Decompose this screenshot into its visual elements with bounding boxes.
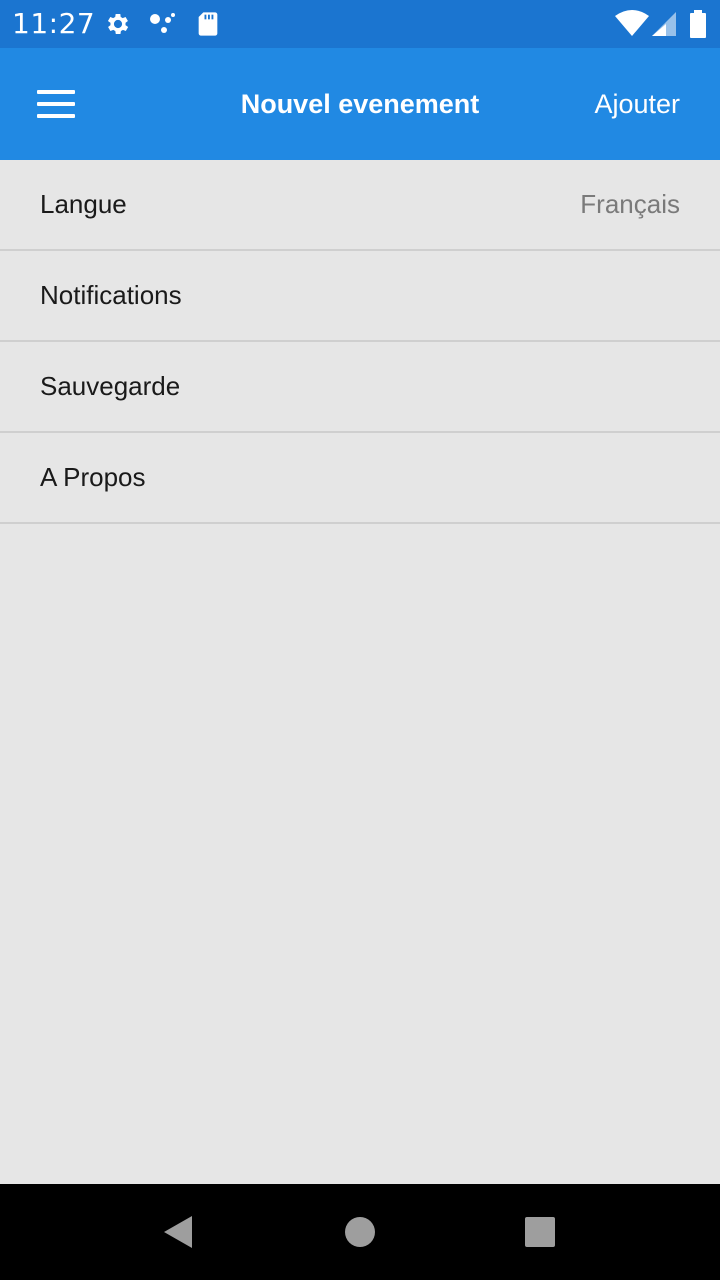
- settings-item-value: Français: [580, 189, 680, 219]
- settings-item-label: A Propos: [40, 462, 146, 492]
- status-time: 11:27: [12, 7, 96, 40]
- sd-card-icon: [194, 10, 222, 38]
- recents-icon[interactable]: [516, 1208, 564, 1256]
- back-icon[interactable]: [154, 1208, 202, 1256]
- navigation-bar: [0, 1184, 720, 1280]
- hamburger-menu-icon[interactable]: [28, 84, 84, 124]
- gear-icon: [104, 10, 132, 38]
- signal-icon: [652, 10, 678, 38]
- app-bar: Nouvel evenement Ajouter: [0, 48, 720, 160]
- settings-item-label: Notifications: [40, 280, 182, 310]
- status-bar: 11:27: [0, 0, 720, 48]
- settings-item-label: Langue: [40, 189, 127, 219]
- wifi-icon: [614, 10, 650, 38]
- settings-item-notifications[interactable]: Notifications: [0, 251, 720, 342]
- settings-item-backup[interactable]: Sauvegarde: [0, 342, 720, 433]
- battery-icon: [688, 10, 708, 38]
- settings-item-language[interactable]: Langue Français: [0, 160, 720, 251]
- settings-list: Langue Français Notifications Sauvegarde…: [0, 160, 720, 524]
- settings-item-about[interactable]: A Propos: [0, 433, 720, 524]
- add-button[interactable]: Ajouter: [594, 86, 680, 122]
- home-icon[interactable]: [336, 1208, 384, 1256]
- settings-item-label: Sauvegarde: [40, 371, 181, 401]
- dots-icon: [148, 10, 176, 38]
- page-title: Nouvel evenement: [240, 89, 480, 119]
